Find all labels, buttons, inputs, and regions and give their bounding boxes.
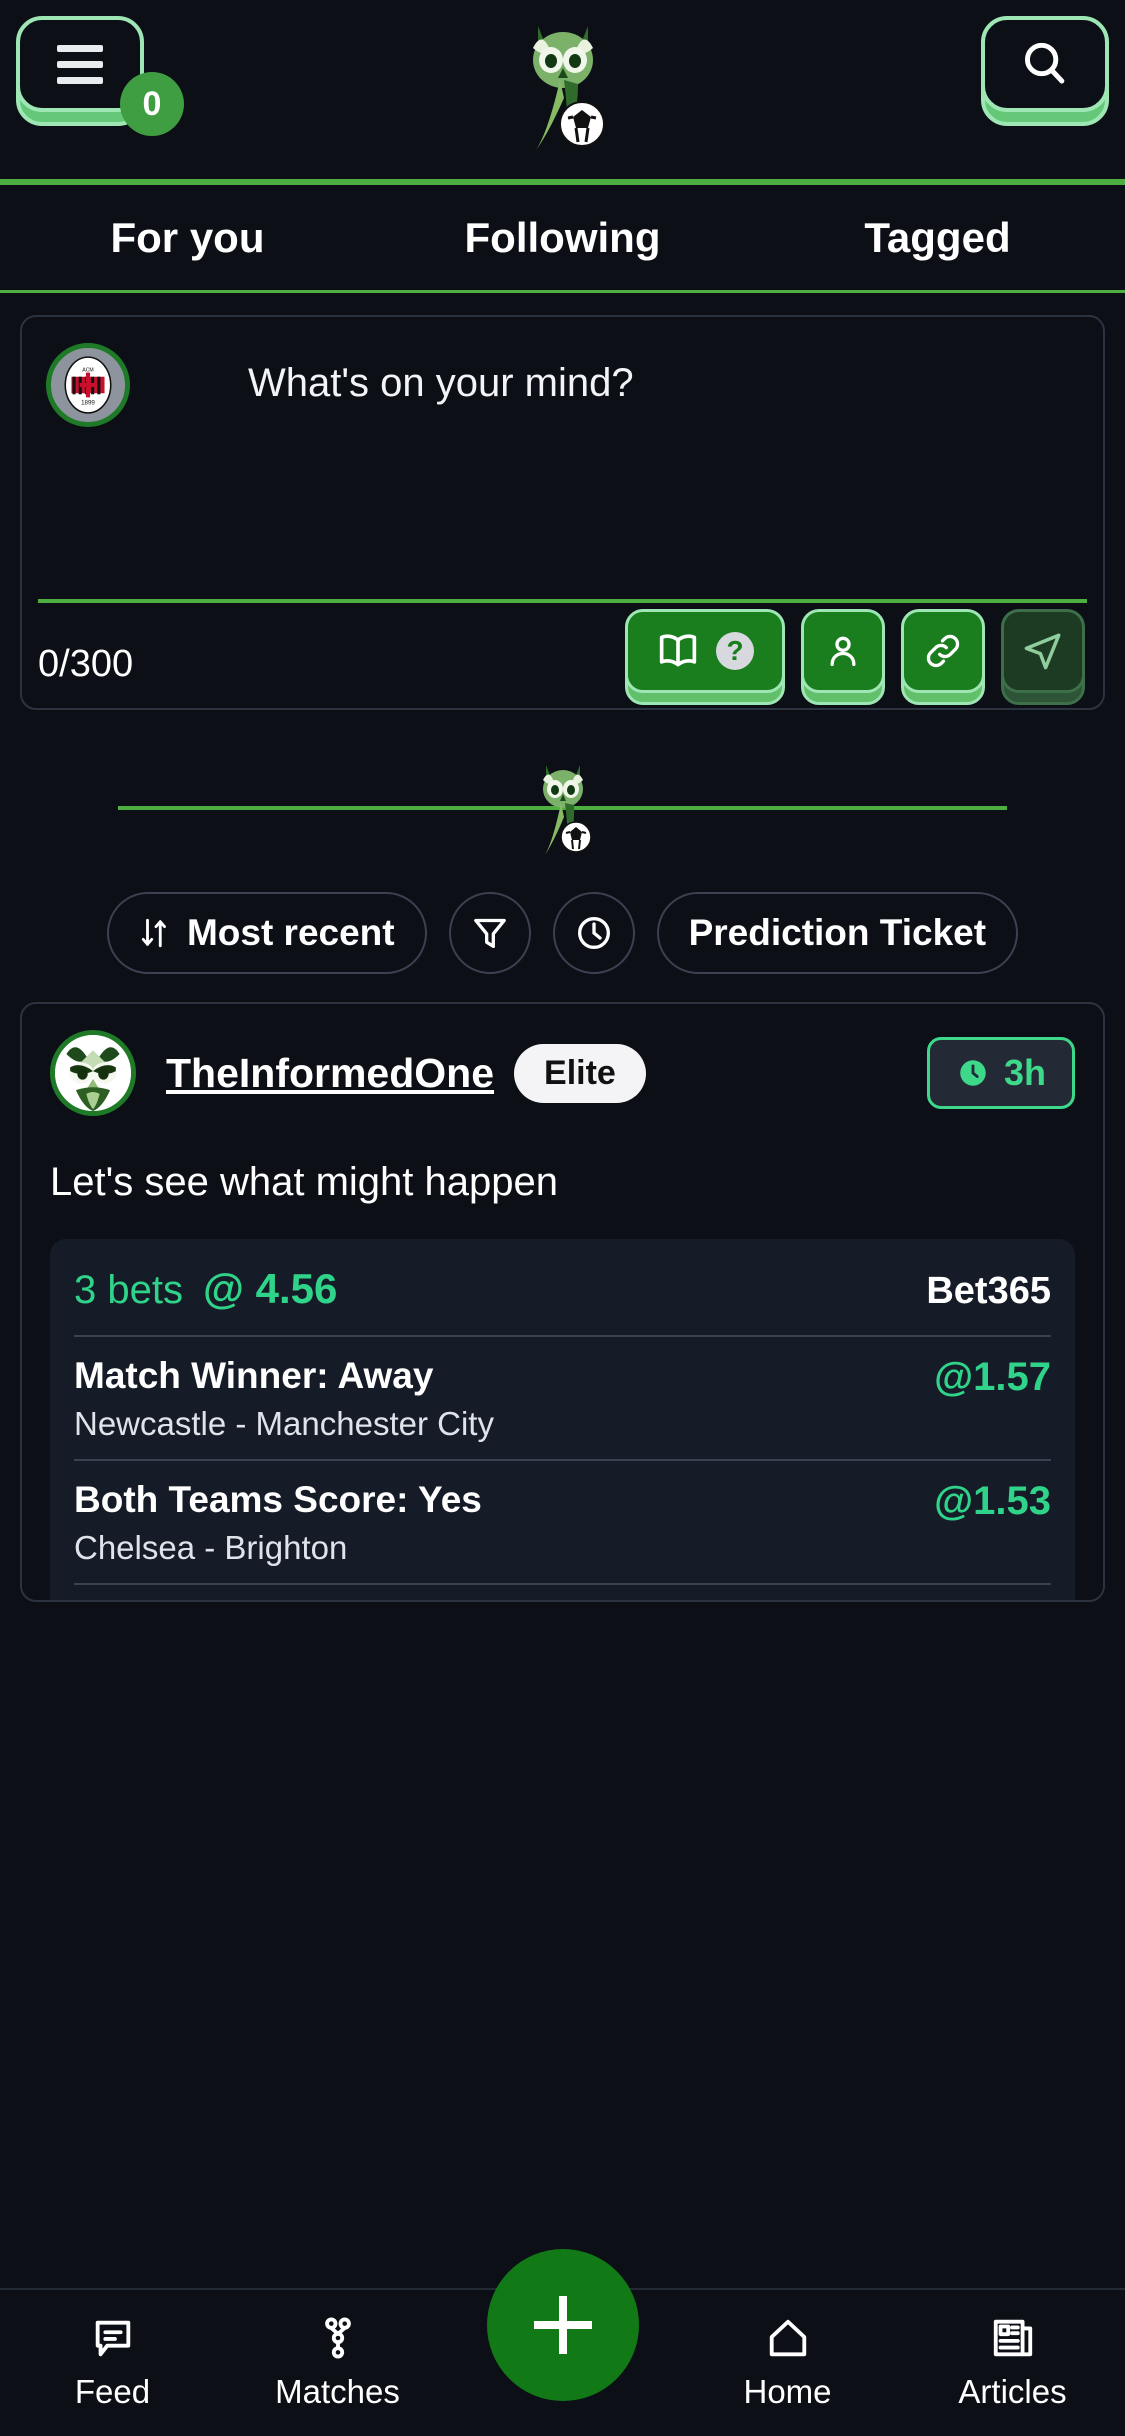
post-body-text: Let's see what might happen bbox=[50, 1160, 558, 1204]
composer-bottom-row: 0/300 ? bbox=[22, 609, 1103, 705]
tab-tagged[interactable]: Tagged bbox=[750, 185, 1125, 290]
ac-milan-crest-avatar[interactable]: 1899 ACM bbox=[46, 343, 130, 427]
feed-filter-bar: Most recent Prediction Ticket bbox=[0, 892, 1125, 974]
bet-slip-help-button-wrap: ? bbox=[625, 609, 785, 705]
svg-text:1899: 1899 bbox=[81, 400, 95, 407]
elite-badge: Elite bbox=[514, 1043, 646, 1103]
book-icon bbox=[659, 634, 697, 667]
question-mark-icon: ? bbox=[716, 632, 754, 670]
nav-item-feed[interactable]: Feed bbox=[0, 2315, 225, 2411]
owl-soccer-logo bbox=[498, 14, 628, 154]
nav-item-matches[interactable]: Matches bbox=[225, 2315, 450, 2411]
composer-actions: ? bbox=[625, 609, 1085, 705]
bet-row: Both Teams Score: Yes Chelsea - Brighton… bbox=[74, 1459, 1051, 1583]
bookmaker-label: Bet365 bbox=[926, 1270, 1051, 1312]
total-odds-value: 4.56 bbox=[255, 1265, 338, 1312]
composer-divider bbox=[38, 599, 1087, 603]
nav-label: Feed bbox=[74, 2373, 151, 2410]
nav-item-home[interactable]: Home bbox=[675, 2315, 900, 2411]
at-symbol: @ bbox=[202, 1265, 244, 1312]
post-time-badge: 3h bbox=[926, 1037, 1075, 1109]
character-counter: 0/300 bbox=[38, 643, 134, 685]
search-icon bbox=[1024, 42, 1065, 84]
feed-tabs: For you Following Tagged bbox=[0, 185, 1125, 293]
feed-message-icon bbox=[95, 2320, 130, 2357]
home-icon bbox=[769, 2319, 806, 2357]
bet-slip-card[interactable]: 3 bets @ 4.56 Bet365 Match Winner: Away … bbox=[50, 1239, 1075, 1600]
nav-item-articles[interactable]: Articles bbox=[900, 2315, 1125, 2411]
bet-slip-help-button[interactable]: ? bbox=[625, 609, 785, 693]
tag-user-button-wrap bbox=[801, 609, 885, 705]
articles-newspaper-icon bbox=[993, 2319, 1032, 2357]
bet-row: Match Winner: Away Newcastle - Mancheste… bbox=[74, 1335, 1051, 1459]
bottom-navigation: Feed Matches Home Articles bbox=[0, 2249, 1125, 2436]
section-divider bbox=[0, 744, 1125, 874]
svg-text:ACM: ACM bbox=[82, 368, 93, 374]
send-icon bbox=[1024, 633, 1061, 670]
composer-top-row: 1899 ACM What's on your mind? bbox=[22, 317, 1103, 427]
link-icon bbox=[926, 634, 960, 668]
owl-soccer-logo bbox=[520, 757, 606, 861]
clock-icon bbox=[960, 1060, 986, 1086]
filter-button[interactable] bbox=[448, 892, 531, 974]
post-time: 3h bbox=[1003, 1052, 1046, 1093]
composer-placeholder[interactable]: What's on your mind? bbox=[248, 361, 634, 427]
post-username[interactable]: TheInformedOne bbox=[166, 1050, 494, 1097]
bet-row: Corners Over Under: Over 9.5 Bayern Münc… bbox=[74, 1583, 1051, 1600]
attach-link-button[interactable] bbox=[901, 609, 985, 693]
bet-count-label: 3 bets bbox=[74, 1268, 183, 1312]
post-header: TheInformedOne Elite 3h bbox=[50, 1030, 1075, 1116]
plus-icon bbox=[533, 2296, 592, 2354]
sort-most-recent-chip[interactable]: Most recent bbox=[106, 892, 427, 974]
prediction-ticket-chip[interactable]: Prediction Ticket bbox=[656, 892, 1019, 974]
notification-count-badge[interactable]: 0 bbox=[120, 72, 184, 136]
sort-updown-icon bbox=[141, 918, 166, 948]
post-composer: 1899 ACM What's on your mind? 0/300 ? bbox=[20, 315, 1105, 710]
matches-bracket-icon bbox=[324, 2317, 351, 2359]
attach-link-button-wrap bbox=[901, 609, 985, 705]
clock-icon bbox=[577, 916, 610, 950]
nav-label: Matches bbox=[275, 2373, 400, 2410]
bet-match: Newcastle - Manchester City bbox=[74, 1405, 494, 1442]
hamburger-icon bbox=[57, 44, 103, 84]
bet-total-odds: @ 4.56 bbox=[203, 1265, 337, 1313]
tab-for-you[interactable]: For you bbox=[0, 185, 375, 290]
tab-following[interactable]: Following bbox=[375, 185, 750, 290]
nav-label: Home bbox=[743, 2373, 832, 2410]
bet-title: Both Teams Score: Yes bbox=[74, 1479, 482, 1520]
feed-post-card: TheInformedOne Elite 3h Let's see what m… bbox=[20, 1002, 1105, 1602]
owl-avatar[interactable] bbox=[50, 1030, 136, 1116]
menu-button-wrap: 0 bbox=[16, 16, 184, 136]
sort-label: Most recent bbox=[186, 912, 395, 953]
person-icon bbox=[830, 636, 856, 666]
search-button[interactable] bbox=[981, 16, 1109, 112]
bet-slip-header: 3 bets @ 4.56 Bet365 bbox=[74, 1265, 1051, 1335]
nav-label: Articles bbox=[958, 2373, 1067, 2410]
bet-odds-value: @1.53 bbox=[934, 1479, 1051, 1523]
bet-odds-value: @1.57 bbox=[934, 1355, 1051, 1399]
bet-row-main: Both Teams Score: Yes Chelsea - Brighton bbox=[74, 1479, 934, 1567]
bet-match: Chelsea - Brighton bbox=[74, 1529, 348, 1566]
create-post-fab[interactable] bbox=[486, 2249, 639, 2401]
top-bar: 0 bbox=[0, 0, 1125, 185]
tag-user-button[interactable] bbox=[801, 609, 885, 693]
bet-row-main: Match Winner: Away Newcastle - Mancheste… bbox=[74, 1355, 934, 1443]
app-screen: 0 For you Following Tagged 1899 ACM What… bbox=[0, 0, 1125, 2436]
send-post-button-wrap bbox=[1001, 609, 1085, 705]
send-post-button[interactable] bbox=[1001, 609, 1085, 693]
time-filter-button[interactable] bbox=[552, 892, 635, 974]
search-button-wrap bbox=[981, 16, 1109, 126]
funnel-icon bbox=[473, 918, 506, 948]
bet-title: Match Winner: Away bbox=[74, 1355, 434, 1396]
